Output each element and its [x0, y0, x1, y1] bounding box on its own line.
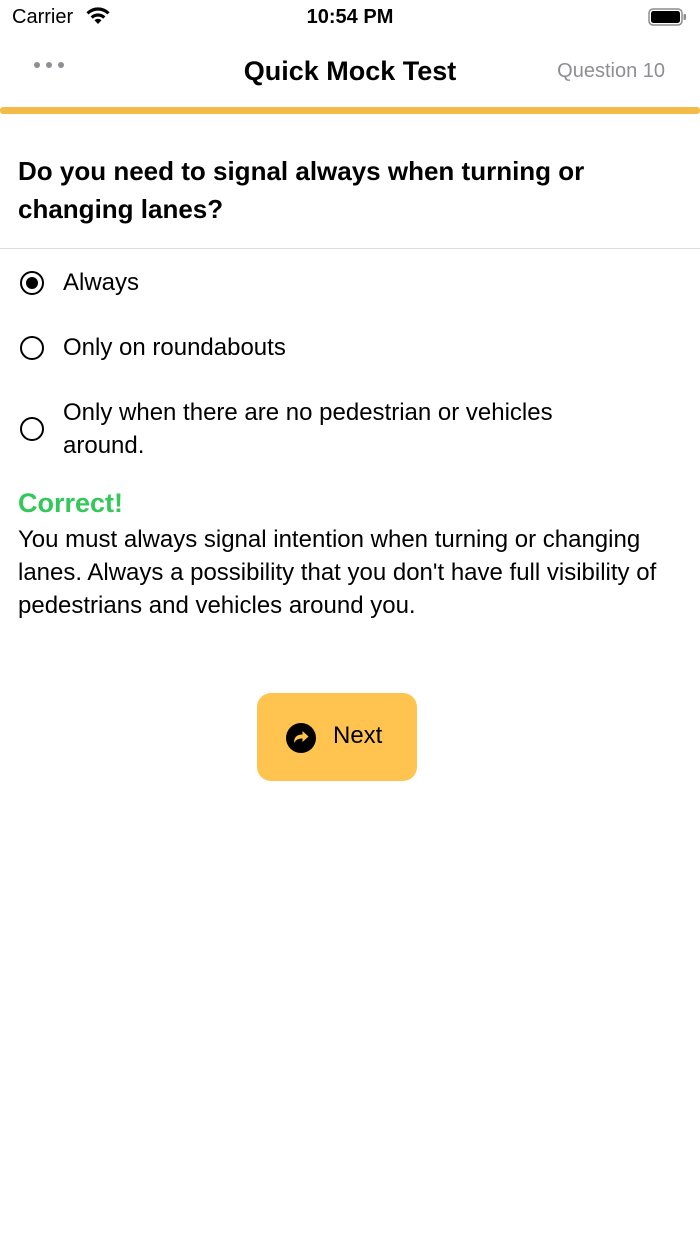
progress-bar: [0, 107, 700, 114]
question-counter: Question 10: [557, 60, 665, 82]
status-time: 10:54 PM: [306, 6, 394, 28]
forward-arrow-circle-icon: [286, 723, 316, 758]
option-label: Only on roundabouts: [63, 334, 286, 361]
option-label: Always: [63, 269, 140, 296]
radio-unselected-icon[interactable]: [20, 336, 44, 360]
radio-selected-icon[interactable]: [20, 271, 44, 295]
divider: [0, 248, 700, 249]
answer-option-roundabouts[interactable]: Only on roundabouts: [18, 331, 678, 365]
battery-icon: [648, 7, 688, 32]
navigation-bar: Quick Mock Test Question 10: [0, 36, 700, 108]
next-button[interactable]: Next: [257, 693, 417, 781]
status-bar: Carrier 10:54 PM: [0, 0, 700, 36]
option-label: Only when there are no pedestrian or veh…: [63, 399, 553, 459]
answer-option-always[interactable]: Always: [18, 266, 678, 300]
feedback-explanation: You must always signal intention when tu…: [18, 526, 657, 619]
next-button-label: Next: [333, 722, 383, 749]
feedback-title: Correct!: [18, 488, 124, 518]
question-text: Do you need to signal always when turnin…: [18, 156, 585, 224]
answer-option-no-pedestrians[interactable]: Only when there are no pedestrian or veh…: [18, 396, 678, 462]
radio-unselected-icon[interactable]: [20, 417, 44, 441]
